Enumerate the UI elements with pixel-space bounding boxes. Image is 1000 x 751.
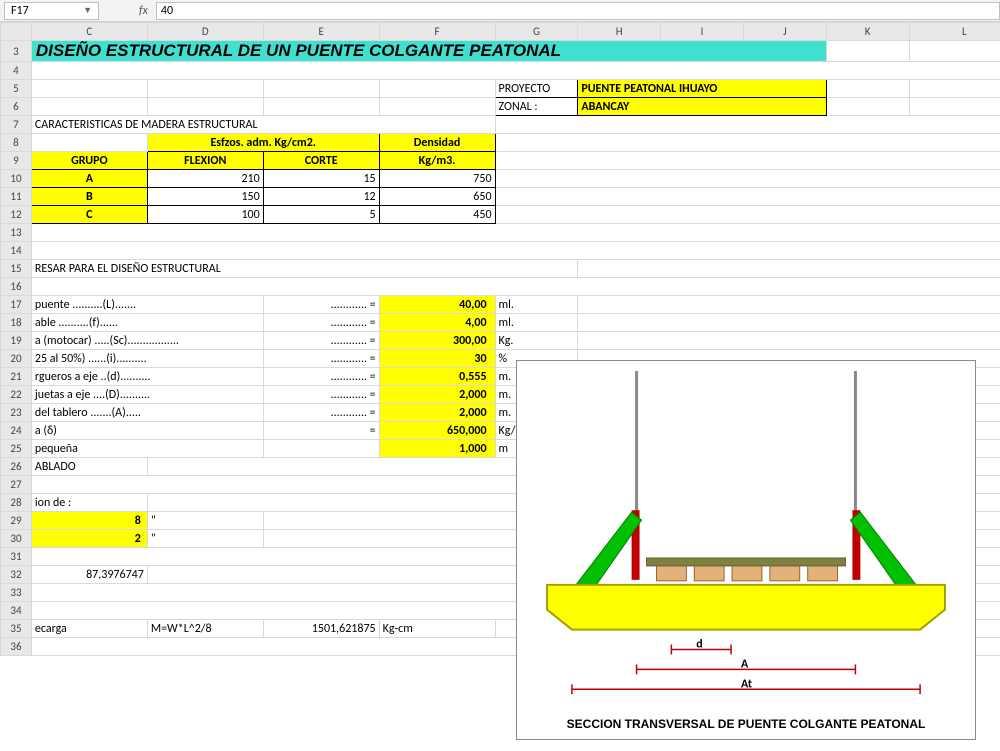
column-headers[interactable]: CDEFGHIJKL: [1, 23, 1000, 41]
project-name: PUENTE PEATONAL IHUAYO: [578, 80, 826, 98]
calc-value: 87,3976747: [31, 566, 147, 584]
page-title: DISEÑO ESTRUCTURAL DE UN PUENTE COLGANTE…: [31, 41, 826, 62]
formula-bar-row: F17▼ fx 40: [0, 0, 1000, 22]
diagram-title: SECCION TRANSVERSAL DE PUENTE COLGANTE P…: [517, 717, 975, 731]
input-Sc[interactable]: 300,00: [379, 332, 495, 350]
table-caption: CARACTERISTICAS DE MADERA ESTRUCTURAL: [31, 116, 495, 134]
cross-section-diagram: d A At SECCION TRANSVERSAL DE PUENTE COL…: [516, 360, 976, 740]
section-header: RESAR PARA EL DISEÑO ESTRUCTURAL: [31, 260, 577, 278]
input-d[interactable]: 0,555: [379, 368, 495, 386]
svg-text:A: A: [741, 657, 749, 671]
input-f[interactable]: 4,00: [379, 314, 495, 332]
input-L[interactable]: 40,00: [379, 296, 495, 314]
input-pequena[interactable]: 1,000: [379, 440, 495, 458]
input-i[interactable]: 30: [379, 350, 495, 368]
zonal-value: ABANCAY: [578, 98, 826, 116]
project-label: PROYECTO: [495, 80, 578, 98]
fx-icon[interactable]: fx: [139, 4, 148, 18]
input-dim2[interactable]: 2: [31, 530, 147, 548]
spreadsheet-grid[interactable]: CDEFGHIJKL 3 DISEÑO ESTRUCTURAL DE UN PU…: [0, 22, 1000, 656]
input-D[interactable]: 2,000: [379, 386, 495, 404]
input-A[interactable]: 2,000: [379, 404, 495, 422]
svg-text:d: d: [696, 637, 702, 651]
formula-bar[interactable]: 40: [156, 2, 1000, 20]
input-dim1[interactable]: 8: [31, 512, 147, 530]
input-delta[interactable]: 650,000: [379, 422, 495, 440]
name-box[interactable]: F17▼: [4, 2, 99, 20]
chevron-down-icon: ▼: [83, 5, 92, 16]
svg-text:At: At: [741, 677, 752, 691]
row-header[interactable]: 3: [1, 41, 32, 62]
zonal-label: ZONAL :: [495, 98, 578, 116]
